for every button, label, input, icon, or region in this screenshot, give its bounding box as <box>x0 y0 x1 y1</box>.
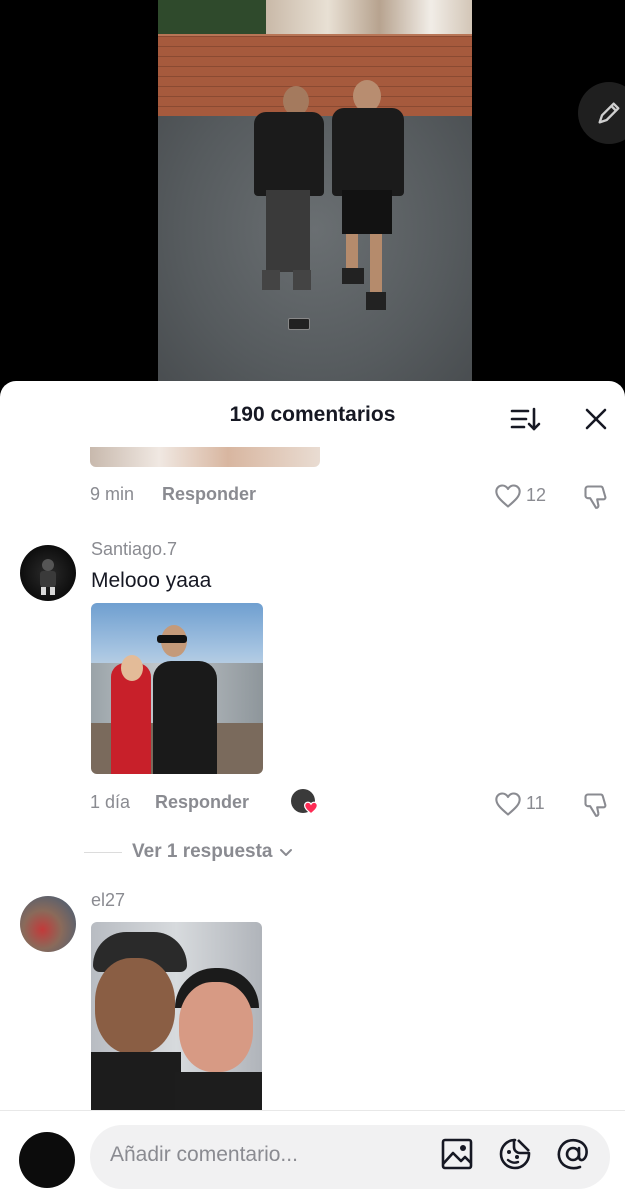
view-replies-label: Ver 1 respuesta <box>132 841 273 862</box>
comment-username[interactable]: el27 <box>91 890 125 911</box>
sheet-header: 190 comentarios <box>0 381 625 451</box>
divider <box>84 851 122 853</box>
avatar-figure-icon <box>40 559 56 595</box>
like-count: 12 <box>526 485 547 505</box>
person-2 <box>332 108 404 196</box>
like-count: 11 <box>526 793 545 813</box>
mention-icon[interactable] <box>556 1137 590 1171</box>
dislike-icon[interactable] <box>582 483 610 511</box>
person-1 <box>254 112 324 196</box>
heart-filled-icon <box>303 801 319 815</box>
reply-button[interactable]: Responder <box>162 484 256 505</box>
phone-on-floor <box>288 318 310 330</box>
comments-list[interactable]: 9 min Responder 12 Santiago.7 Melooo yaa… <box>0 447 625 1111</box>
comment-input-placeholder: Añadir comentario... <box>110 1143 298 1166</box>
emoji-icon[interactable] <box>498 1137 532 1171</box>
view-replies-button[interactable]: Ver 1 respuesta <box>84 841 294 863</box>
comment-input-bar: Añadir comentario... <box>0 1110 625 1199</box>
video-frame <box>158 0 472 400</box>
sort-icon[interactable] <box>509 405 541 433</box>
chevron-down-icon <box>280 849 293 856</box>
close-icon[interactable] <box>582 405 610 433</box>
dislike-icon[interactable] <box>582 791 610 819</box>
image-icon[interactable] <box>440 1137 474 1171</box>
comment-username[interactable]: Santiago.7 <box>91 539 177 560</box>
comment-text: Melooo yaaa <box>91 569 212 592</box>
self-avatar[interactable] <box>19 1132 75 1188</box>
avatar[interactable] <box>20 896 76 952</box>
heart-icon[interactable] <box>494 483 522 509</box>
avatar[interactable] <box>20 545 76 601</box>
brick-wall <box>158 36 472 116</box>
comment-image[interactable] <box>91 922 262 1111</box>
reply-button[interactable]: Responder <box>155 792 249 813</box>
creator-liked-badge <box>291 789 319 817</box>
comments-sheet: 190 comentarios 9 min Responder 12 Santi… <box>0 381 625 1199</box>
comment-time: 1 día <box>90 792 131 812</box>
comment-image[interactable] <box>91 603 263 774</box>
heart-icon[interactable] <box>494 791 522 817</box>
video-player[interactable] <box>0 0 625 400</box>
pencil-icon <box>598 102 620 124</box>
comment-image[interactable] <box>90 447 320 467</box>
comment-time: 9 min <box>90 484 135 504</box>
